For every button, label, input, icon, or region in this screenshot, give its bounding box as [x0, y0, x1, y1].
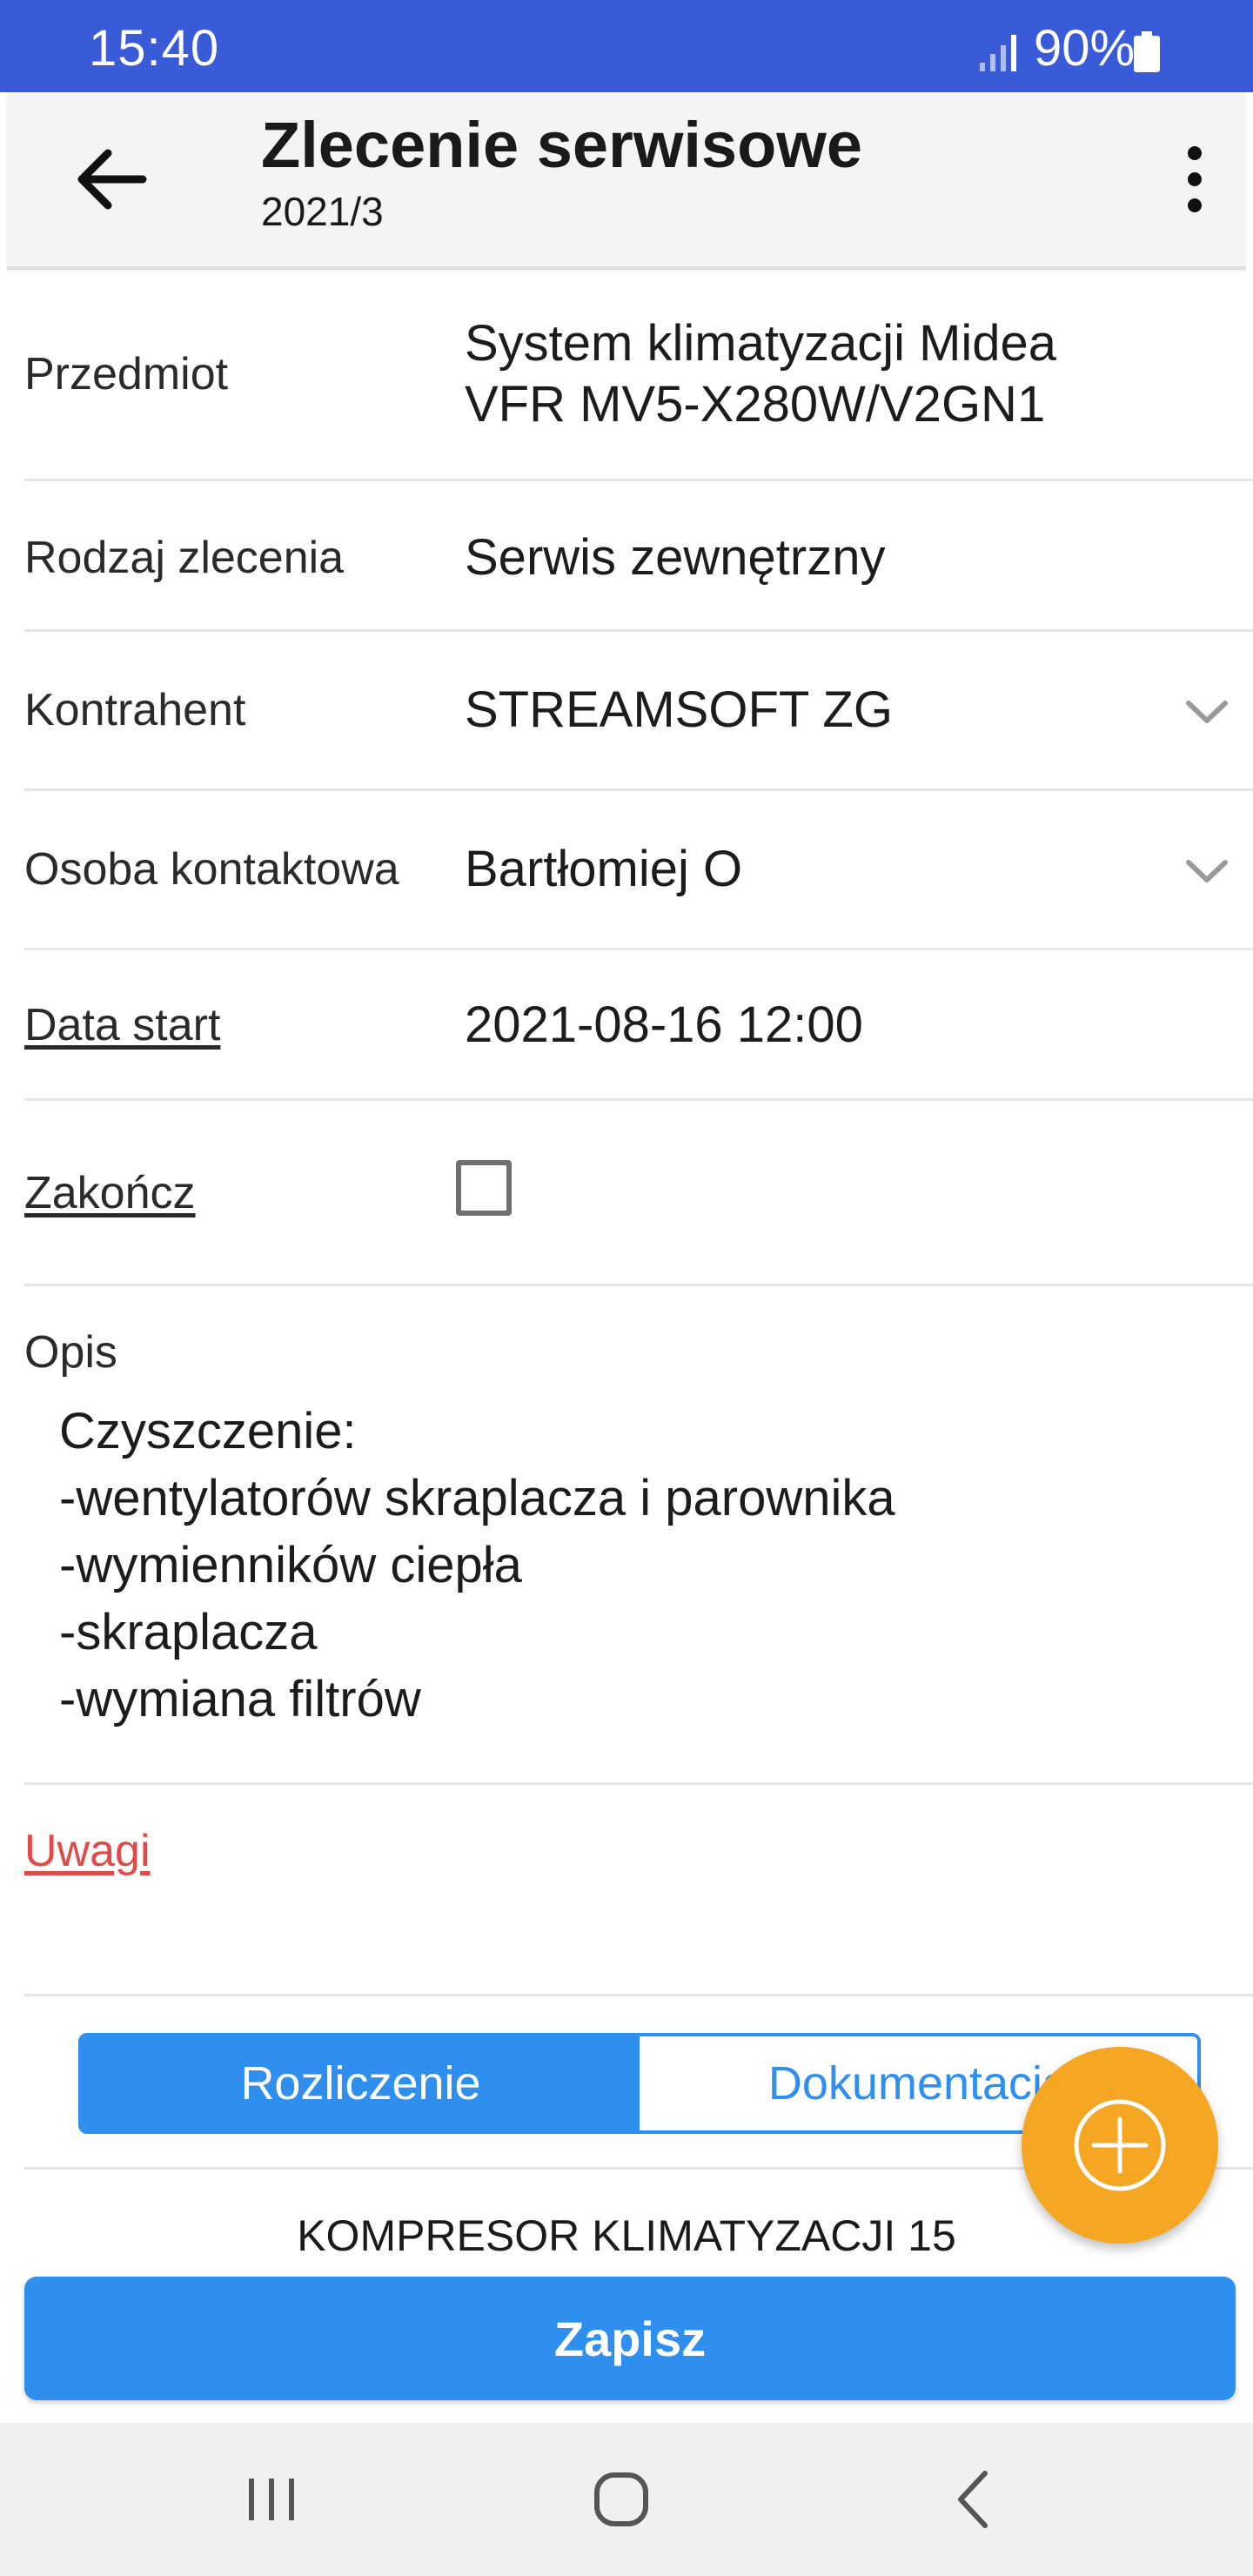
tab-rozliczenie[interactable]: Rozliczenie: [82, 2036, 640, 2130]
save-button[interactable]: Zapisz: [24, 2277, 1236, 2400]
notes-row[interactable]: Uwagi: [24, 1785, 1253, 1996]
finish-checkbox[interactable]: [456, 1160, 512, 1216]
subject-value: System klimatyzacji Midea VFR MV5-X280W/…: [465, 313, 1213, 435]
subject-value-line2: VFR MV5-X280W/V2GN1: [465, 376, 1046, 433]
contractor-value: STREAMSOFT ZG: [465, 681, 893, 738]
system-nav-bar: [0, 2423, 1253, 2576]
page-title: Zlecenie serwisowe: [261, 109, 863, 181]
chevron-down-icon[interactable]: [1182, 686, 1232, 736]
signal-icon: [980, 35, 1016, 71]
description-text[interactable]: Czyszczenie: -wentylatorów skraplacza i …: [59, 1398, 895, 1733]
more-vert-icon[interactable]: [1164, 136, 1225, 223]
order-type-label: Rodzaj zlecenia: [24, 533, 345, 583]
start-date-label[interactable]: Data start: [24, 999, 220, 1051]
battery-icon: [1134, 31, 1160, 72]
contractor-row[interactable]: Kontrahent STREAMSOFT ZG: [24, 632, 1253, 791]
contractor-label: Kontrahent: [24, 685, 246, 735]
description-line: -skraplacza: [59, 1604, 318, 1660]
subject-row[interactable]: Przedmiot System klimatyzacji Midea VFR …: [24, 270, 1253, 481]
order-type-row[interactable]: Rodzaj zlecenia Serwis zewnętrzny: [24, 481, 1253, 632]
finish-row: Zakończ: [24, 1101, 1253, 1286]
contact-person-value: Bartłomiej O: [465, 841, 743, 897]
chevron-down-icon[interactable]: [1182, 845, 1232, 896]
description-line: Czyszczenie:: [59, 1403, 357, 1459]
finish-label[interactable]: Zakończ: [24, 1167, 196, 1219]
add-circle-icon: [1074, 2099, 1166, 2191]
description-line: -wentylatorów skraplacza i parownika: [59, 1470, 895, 1526]
contact-person-label: Osoba kontaktowa: [24, 844, 399, 895]
back-arrow-icon[interactable]: [68, 136, 155, 223]
battery-percent: 90%: [1034, 20, 1136, 77]
description-row[interactable]: Opis Czyszczenie: -wentylatorów skraplac…: [24, 1286, 1253, 1785]
contact-person-row[interactable]: Osoba kontaktowa Bartłomiej O: [24, 791, 1253, 950]
subject-value-line1: System klimatyzacji Midea: [465, 315, 1057, 372]
notes-label[interactable]: Uwagi: [24, 1825, 151, 1877]
app-bar: Zlecenie serwisowe 2021/3: [7, 92, 1246, 270]
start-date-row[interactable]: Data start 2021-08-16 12:00: [24, 950, 1253, 1101]
page-subtitle: 2021/3: [261, 189, 384, 234]
order-type-value: Serwis zewnętrzny: [465, 529, 886, 586]
subject-label: Przedmiot: [24, 349, 229, 399]
status-bar: 15:40 90%: [0, 0, 1253, 92]
status-time: 15:40: [89, 20, 220, 77]
description-line: -wymiana filtrów: [59, 1671, 421, 1727]
back-icon[interactable]: [940, 2465, 1009, 2534]
add-button[interactable]: [1022, 2047, 1218, 2244]
recents-icon[interactable]: [237, 2465, 306, 2534]
home-icon[interactable]: [586, 2465, 656, 2534]
description-label: Opis: [24, 1327, 117, 1378]
description-line: -wymienników ciepła: [59, 1537, 522, 1593]
start-date-value[interactable]: 2021-08-16 12:00: [465, 996, 863, 1054]
